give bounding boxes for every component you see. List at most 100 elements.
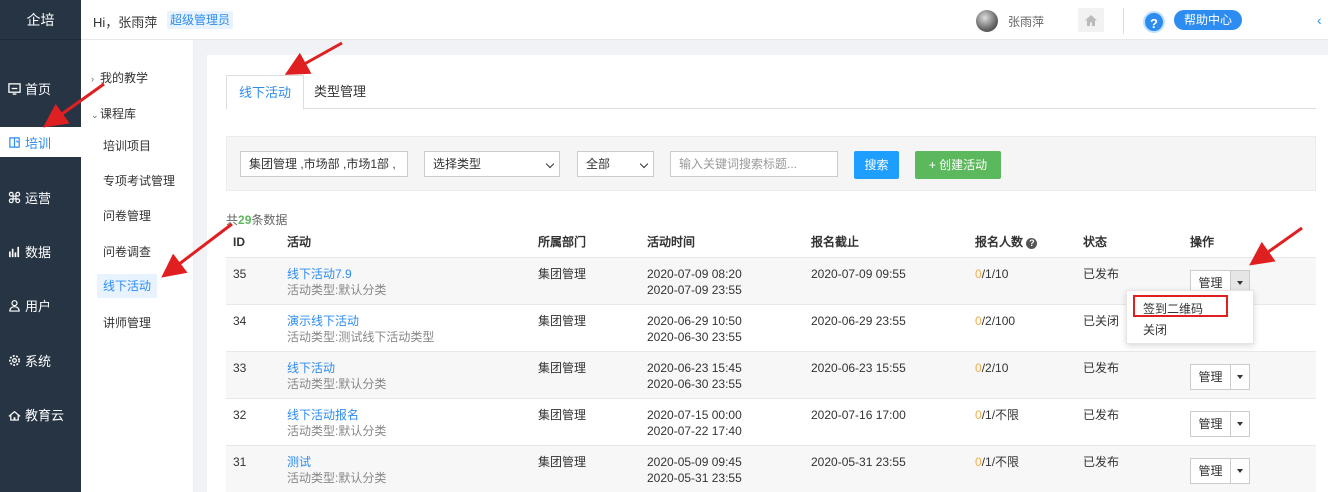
cell-time: 2020-05-09 09:45 2020-05-31 23:55 [640,444,804,492]
caret-down-icon[interactable] [1231,365,1249,389]
cell-id: 32 [226,397,280,445]
activity-title-link[interactable]: 演示线下活动 [287,313,531,329]
cell-department: 集团管理 [531,397,640,445]
caret-down-icon[interactable] [1231,459,1249,483]
menu-item-close[interactable]: 关闭 [1143,321,1167,339]
nav-item-system[interactable]: 系统 [0,345,81,375]
group-course-library[interactable]: ⌄课程库 [91,105,136,122]
cell-activity: 演示线下活动 活动类型:测试线下活动类型 [280,303,531,351]
record-count: 共29条数据 [226,213,288,227]
cell-time: 2020-06-23 15:45 2020-06-30 23:55 [640,350,804,398]
manage-button[interactable]: 管理 [1191,458,1231,483]
col-header-time: 活动时间 [647,235,696,250]
manage-dropdown-menu: 签到二维码 关闭 [1126,290,1254,344]
table-header-row: ID 活动 所属部门 活动时间 报名截止 报名人数 ? 状态 操作 [226,227,1316,257]
tab-bar: 线下活动 类型管理 [226,75,1316,110]
nav-label: 运营 [25,190,52,206]
sidebar-item-training-projects[interactable]: 培训项目 [97,134,157,158]
menu-item-checkin-qrcode[interactable]: 签到二维码 [1143,300,1203,318]
col-header-activity: 活动 [287,235,312,250]
activity-type: 活动类型:默认分类 [287,470,387,485]
cell-deadline: 2020-05-31 23:55 [804,444,968,492]
cell-activity: 线下活动 活动类型:默认分类 [280,350,531,398]
cell-enrollment: 0/1/不限 [968,397,1076,445]
cell-deadline: 2020-07-16 17:00 [804,397,968,445]
app-logo: 企培 [0,0,81,40]
sidebar-item-survey[interactable]: 问卷调查 [97,240,157,264]
cell-activity: 线下活动报名 活动类型:默认分类 [280,397,531,445]
home-icon [1085,14,1097,26]
sidebar-item-lecturer-mgmt[interactable]: 讲师管理 [97,311,157,335]
activity-title-link[interactable]: 线下活动报名 [287,407,531,423]
activity-type: 活动类型:默认分类 [287,376,387,391]
search-button[interactable]: 搜索 [854,151,899,179]
cell-actions: 管理 [1183,444,1316,492]
nav-item-home[interactable]: 首页 [0,73,81,103]
nav-item-users[interactable]: 用户 [0,290,81,320]
filter-bar: 集团管理 ,市场部 ,市场1部 , 选择类型 全部 输入关键词搜索标题... 搜… [226,136,1316,191]
greeting: Hi，张雨萍 [93,15,158,30]
cell-enrollment: 0/1/不限 [968,444,1076,492]
nav-item-edu-cloud[interactable]: 教育云 [0,399,81,429]
status-select[interactable]: 全部 [577,151,654,177]
caret-down-icon[interactable] [1231,412,1249,436]
create-activity-button[interactable]: + 创建活动 [915,151,1001,179]
nav-item-training[interactable]: 培训 [0,127,81,157]
cell-id: 31 [226,444,280,492]
main-panel: 线下活动 类型管理 集团管理 ,市场部 ,市场1部 , 选择类型 全部 输入关键… [207,55,1328,492]
chevron-left-icon[interactable]: ‹ [1317,12,1322,28]
role-badge: 超级管理员 [167,11,234,29]
home-button[interactable] [1078,8,1104,32]
cell-deadline: 2020-07-09 09:55 [804,256,968,304]
chevron-down-icon: ⌄ [91,110,99,120]
sidebar-item-offline-activity[interactable]: 线下活动 [97,274,158,298]
user-name[interactable]: 张雨萍 [1008,13,1044,30]
chevron-right-icon: › [91,74,94,84]
activity-type: 活动类型:测试线下活动类型 [287,329,435,344]
activity-title-link[interactable]: 线下活动 [287,360,531,376]
cell-enrollment: 0/2/100 [968,303,1076,351]
activity-title-link[interactable]: 测试 [287,454,531,470]
sidebar-item-special-exams[interactable]: 专项考试管理 [97,169,181,193]
manage-button-group: 管理 [1190,410,1250,437]
manage-button[interactable]: 管理 [1191,364,1231,389]
avatar[interactable] [976,10,998,32]
status-badge: 已发布 [1076,350,1183,398]
nav-label: 数据 [25,244,52,260]
cell-enrollment: 0/1/10 [968,256,1076,304]
type-select[interactable]: 选择类型 [424,151,560,177]
col-header-status: 状态 [1083,235,1108,250]
nav-item-operations[interactable]: 运营 [0,182,81,212]
col-header-department: 所属部门 [538,235,587,250]
bar-chart-icon [9,246,20,257]
secondary-sidebar: › 我的教学 ⌄课程库 培训项目 专项考试管理 问卷管理 问卷调查 线下活动 讲师… [81,40,194,492]
tab-offline-activity[interactable]: 线下活动 [226,75,305,110]
activity-title-link[interactable]: 线下活动7.9 [287,266,531,282]
activity-type: 活动类型:默认分类 [287,282,387,297]
manage-button[interactable]: 管理 [1191,411,1231,436]
cell-deadline: 2020-06-29 23:55 [804,303,968,351]
col-header-id: ID [233,234,245,249]
help-center-button[interactable]: 帮助中心 [1174,10,1243,30]
nav-label: 教育云 [25,407,65,423]
manage-button-group: 管理 [1190,457,1250,484]
cell-id: 35 [226,256,280,304]
top-header: Hi，张雨萍 超级管理员 张雨萍 ? 帮助中心 ‹ [81,0,1328,40]
user-icon [9,299,20,312]
table-row: 31 测试 活动类型:默认分类 集团管理 2020-05-09 09:45 2020… [226,444,1316,492]
cell-actions: 管理 [1183,397,1316,445]
cell-department: 集团管理 [531,303,640,351]
table-row: 33 线下活动 活动类型:默认分类 集团管理 2020-06-23 15:45 20… [226,350,1316,398]
command-icon [8,191,21,203]
cell-department: 集团管理 [531,256,640,304]
tab-type-management[interactable]: 类型管理 [302,75,378,109]
department-select[interactable]: 集团管理 ,市场部 ,市场1部 , [240,151,408,177]
help-question-icon[interactable]: ? [1143,11,1165,33]
cell-activity: 线下活动7.9 活动类型:默认分类 [280,256,531,304]
nav-item-data[interactable]: 数据 [0,236,81,266]
search-input[interactable]: 输入关键词搜索标题... [670,151,838,177]
cell-deadline: 2020-06-23 15:55 [804,350,968,398]
sidebar-item-questionnaire-mgmt[interactable]: 问卷管理 [97,204,157,228]
help-circle-icon[interactable]: ? [1026,238,1038,250]
group-my-teaching[interactable]: › 我的教学 [91,69,148,86]
